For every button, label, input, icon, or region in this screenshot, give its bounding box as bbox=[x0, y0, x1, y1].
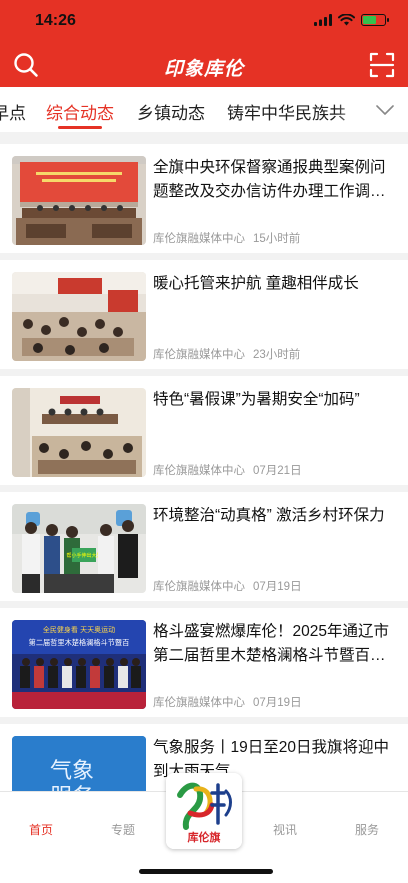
news-source: 库伦旗融媒体中心 bbox=[153, 233, 245, 245]
news-source: 库伦旗融媒体中心 bbox=[153, 349, 245, 361]
nav-topics[interactable]: 专题 bbox=[93, 821, 153, 838]
news-title[interactable]: 格斗盛宴燃爆库伦！2025年通辽市第二届哲里木楚格澜格斗节暨百万网友 bbox=[153, 620, 393, 668]
news-time: 07月19日 bbox=[253, 697, 302, 709]
home-indicator bbox=[139, 869, 273, 874]
news-meta: 库伦旗融媒体中心 07月19日 bbox=[153, 694, 302, 710]
news-source: 库伦旗融媒体中心 bbox=[153, 697, 245, 709]
sign-text: 帮小手伸出大爱 bbox=[66, 552, 101, 559]
tab-township-news[interactable]: 乡镇动态 bbox=[137, 99, 205, 124]
kulun-logo-icon: 库伦旗 bbox=[166, 773, 242, 849]
news-thumbnail bbox=[12, 272, 146, 361]
chevron-down-icon bbox=[376, 104, 394, 115]
scan-button[interactable] bbox=[368, 51, 396, 79]
news-thumbnail: 全民健身看 天天奥运动 第二届哲里木楚格澜格斗节暨百 bbox=[12, 620, 146, 709]
banner-slogan: 全民健身看 天天奥运动 bbox=[43, 625, 115, 634]
battery-icon bbox=[361, 14, 389, 26]
news-item[interactable]: 全民健身看 天天奥运动 第二届哲里木楚格澜格斗节暨百 格斗盛宴燃爆库伦！2025… bbox=[0, 608, 408, 717]
news-source: 库伦旗融媒体中心 bbox=[153, 465, 245, 477]
nav-row: 印象库伦 bbox=[0, 44, 408, 87]
category-tabs: 早点 综合动态 乡镇动态 铸牢中华民族共 bbox=[0, 87, 408, 132]
news-title[interactable]: 暖心托管来护航 童趣相伴成长 bbox=[153, 272, 393, 296]
news-thumbnail bbox=[12, 388, 146, 477]
center-logo-label: 库伦旗 bbox=[188, 830, 221, 844]
news-time: 07月21日 bbox=[253, 465, 302, 477]
nav-video[interactable]: 视讯 bbox=[255, 821, 315, 838]
news-source: 库伦旗融媒体中心 bbox=[153, 581, 245, 593]
news-item[interactable]: 全旗中央环保督察通报典型案例问题整改及交办信访件办理工作调度会 库伦旗融媒体中心… bbox=[0, 144, 408, 253]
tab-zaodian[interactable]: 早点 bbox=[0, 99, 26, 124]
nav-center-logo-button[interactable]: 库伦旗 bbox=[166, 773, 242, 849]
tabs-expand-button[interactable] bbox=[362, 87, 408, 132]
status-bar: 14:26 bbox=[0, 0, 408, 44]
news-thumbnail bbox=[12, 156, 146, 245]
news-time: 23小时前 bbox=[253, 349, 301, 361]
app-header: 14:26 印象库伦 bbox=[0, 0, 408, 87]
nav-home[interactable]: 首页 bbox=[11, 821, 71, 838]
news-title[interactable]: 环境整治“动真格” 激活乡村环保力 bbox=[153, 504, 393, 528]
status-icons bbox=[314, 14, 389, 26]
news-thumbnail: 帮小手伸出大爱 bbox=[12, 504, 146, 593]
news-meta: 库伦旗融媒体中心 23小时前 bbox=[153, 346, 300, 362]
news-item[interactable]: 特色“暑假课”为暑期安全“加码” 库伦旗融媒体中心 07月21日 bbox=[0, 376, 408, 485]
tab-comprehensive-news[interactable]: 综合动态 bbox=[46, 99, 114, 124]
news-time: 07月19日 bbox=[253, 581, 302, 593]
active-tab-indicator bbox=[58, 126, 102, 129]
news-title[interactable]: 特色“暑假课”为暑期安全“加码” bbox=[153, 388, 393, 412]
weather-thumb-line1: 气象 bbox=[50, 759, 94, 784]
signal-icon bbox=[314, 14, 332, 26]
news-item[interactable]: 帮小手伸出大爱 环境整治“动真格” 激活乡村环保力 库伦旗融媒体中心 07月19日 bbox=[0, 492, 408, 601]
nav-services[interactable]: 服务 bbox=[337, 821, 397, 838]
status-time: 14:26 bbox=[35, 12, 76, 29]
news-item[interactable]: 暖心托管来护航 童趣相伴成长 库伦旗融媒体中心 23小时前 bbox=[0, 260, 408, 369]
tab-national-unity[interactable]: 铸牢中华民族共 bbox=[227, 99, 346, 124]
banner-title: 第二届哲里木楚格澜格斗节暨百 bbox=[29, 638, 130, 647]
scan-icon bbox=[369, 52, 395, 78]
news-meta: 库伦旗融媒体中心 07月19日 bbox=[153, 578, 302, 594]
wifi-icon bbox=[338, 14, 355, 26]
news-meta: 库伦旗融媒体中心 15小时前 bbox=[153, 230, 300, 246]
news-title[interactable]: 全旗中央环保督察通报典型案例问题整改及交办信访件办理工作调度会 bbox=[153, 156, 393, 204]
news-time: 15小时前 bbox=[253, 233, 301, 245]
app-title: 印象库伦 bbox=[163, 59, 244, 80]
news-meta: 库伦旗融媒体中心 07月21日 bbox=[153, 462, 302, 478]
